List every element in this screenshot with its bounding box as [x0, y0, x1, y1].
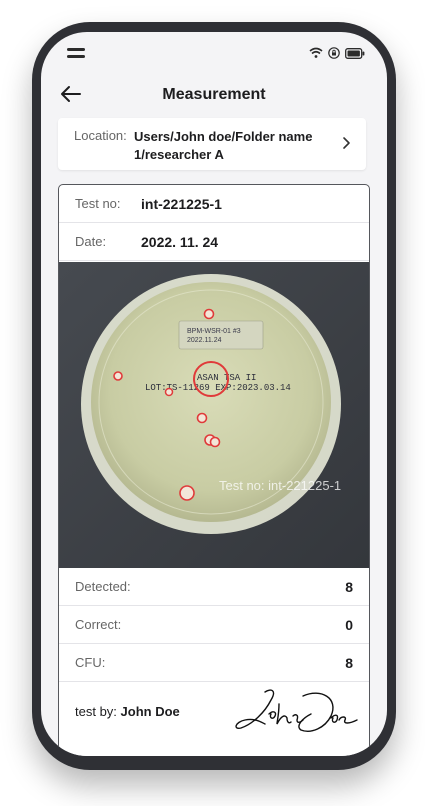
location-value: Users/John doe/Folder name 1/researcher … [134, 129, 313, 162]
cfu-value: 8 [345, 655, 353, 671]
colony-marker[interactable] [209, 436, 221, 448]
colony-marker[interactable] [164, 387, 174, 397]
detected-label: Detected: [75, 579, 131, 594]
location-label: Location: [74, 128, 127, 143]
date-value: 2022. 11. 24 [141, 234, 219, 250]
petri-dish-image[interactable]: BPM-WSR-01 #3 2022.11.24 ASAN TSA II LOT… [59, 262, 369, 568]
signature-image [235, 689, 358, 732]
tested-by: test by: John Doe [75, 704, 180, 719]
colony-marker[interactable] [203, 308, 215, 320]
plate-sticker-line2: 2022.11.24 [187, 337, 222, 344]
status-bar [41, 32, 387, 72]
correct-label: Correct: [75, 617, 122, 632]
measurement-card: Test no: int-221225-1 Date: 2022. 11. 24 [58, 184, 370, 756]
cfu-label: CFU: [75, 655, 106, 670]
tested-by-label: test by: [75, 704, 117, 719]
colony-marker[interactable] [196, 412, 208, 424]
signature-row: test by: John Doe [59, 680, 369, 740]
app-bar: Measurement [41, 74, 387, 118]
correct-row: Correct: 0 [59, 606, 369, 644]
detected-value: 8 [345, 579, 353, 595]
test-no-label: Test no: [75, 196, 121, 211]
cfu-row: CFU: 8 [59, 644, 369, 682]
date-row: Date: 2022. 11. 24 [59, 223, 369, 261]
colony-marker[interactable] [113, 371, 123, 381]
location-selector[interactable]: Location: Users/John doe/Folder name 1/r… [58, 118, 366, 170]
chevron-right-icon [343, 137, 350, 149]
date-label: Date: [75, 234, 107, 249]
menu-icon[interactable] [67, 48, 85, 62]
image-overlay-text: Test no: int-221225-1 [219, 478, 341, 493]
test-no-value: int-221225-1 [141, 196, 222, 212]
test-no-row: Test no: int-221225-1 [59, 185, 369, 223]
plate-sticker [178, 320, 264, 350]
screen: Measurement Location: Users/John doe/Fol… [41, 32, 387, 756]
correct-value: 0 [345, 617, 353, 633]
plate-sticker-line1: BPM-WSR-01 #3 [187, 328, 241, 335]
lock-icon [328, 47, 340, 59]
battery-icon [345, 47, 365, 59]
system-icons [309, 47, 365, 59]
page-title: Measurement [162, 86, 266, 103]
wifi-icon [309, 47, 323, 58]
colony-marker[interactable] [179, 485, 195, 501]
tested-by-name: John Doe [120, 704, 180, 719]
phone-frame: Measurement Location: Users/John doe/Fol… [32, 22, 396, 770]
petri-dish-illustration: BPM-WSR-01 #3 2022.11.24 ASAN TSA II LOT… [59, 262, 369, 568]
detected-row: Detected: 8 [59, 568, 369, 606]
